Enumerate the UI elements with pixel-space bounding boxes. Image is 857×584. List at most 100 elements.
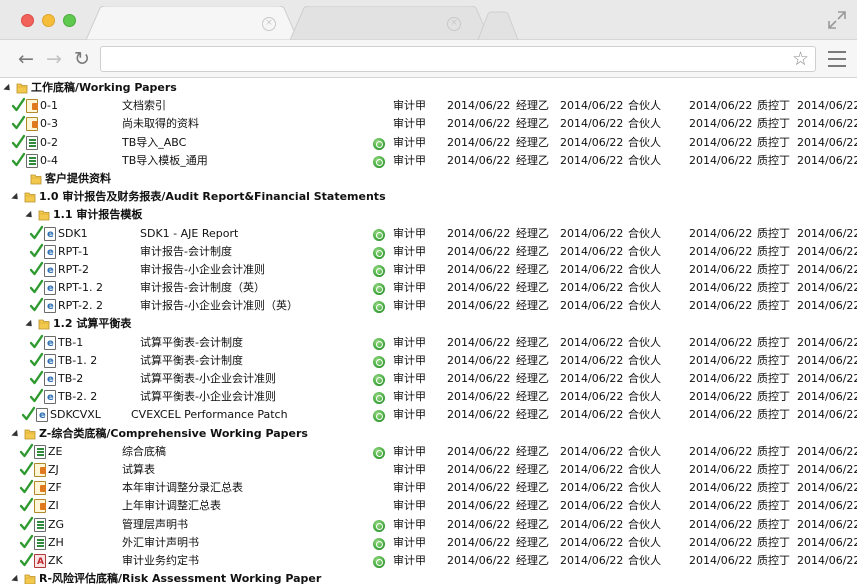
qc-date-cell: 2014/06/22 bbox=[797, 353, 857, 367]
reviewer-cell: 经理乙 bbox=[516, 262, 549, 276]
partner-cell: 合伙人 bbox=[628, 335, 661, 349]
document-code: 0-1 bbox=[40, 99, 58, 113]
tree-document-row[interactable]: SDK1 SDK1 - AJE Report 审计甲 2014/06/22 经理乙 201… bbox=[0, 225, 857, 244]
qc-date-cell: 2014/06/22 bbox=[797, 372, 857, 385]
zoom-window-button[interactable] bbox=[63, 14, 76, 27]
expand-collapse-icon[interactable] bbox=[12, 188, 20, 206]
tree-document-row[interactable]: SDKCVXL CVEXCEL Performance Patch 审计甲 2014/… bbox=[0, 406, 857, 426]
working-papers-tree-grid: 工作底稿/Working Papers 0-1 文档索引 审计甲 2014/06/22 经… bbox=[0, 79, 857, 584]
tab-close-icon[interactable]: × bbox=[447, 17, 461, 31]
document-code: RPT-1. 2 bbox=[58, 281, 103, 295]
document-name: 尚未取得的资料 bbox=[122, 117, 199, 131]
expand-collapse-icon[interactable] bbox=[26, 206, 34, 224]
tree-folder-row[interactable]: 工作底稿/Working Papers bbox=[0, 79, 857, 97]
preparer-cell: 审计甲 bbox=[393, 462, 426, 476]
browser-tab-inactive[interactable]: × bbox=[290, 6, 490, 40]
checkmark-icon bbox=[30, 225, 43, 239]
qc-cell: 质控丁 bbox=[757, 226, 790, 240]
tree-document-row[interactable]: TB-1. 2 试算平衡表-会计制度 审计甲 2014/06/22 经理乙 2014/06… bbox=[0, 352, 857, 371]
tree-folder-row[interactable]: 1.0 审计报告及财务报表/Audit Report&Financial Sta… bbox=[0, 188, 857, 206]
tree-document-row[interactable]: ZJ 试算表 审计甲 2014/06/22 经理乙 2014/06/22 合伙人 2014/0… bbox=[0, 461, 857, 479]
bookmark-star-icon[interactable]: ☆ bbox=[792, 48, 809, 70]
tree-document-row[interactable]: RPT-1. 2 审计报告-会计制度（英） 审计甲 2014/06/22 经理乙 2014… bbox=[0, 279, 857, 298]
back-arrow-icon[interactable]: ← bbox=[16, 48, 36, 70]
reviewer-cell: 经理乙 bbox=[516, 153, 549, 167]
tree-document-row[interactable]: TB-2. 2 试算平衡表-小企业会计准则 审计甲 2014/06/22 经理乙 2014… bbox=[0, 388, 857, 407]
qc-cell: 质控丁 bbox=[757, 390, 790, 404]
tree-document-row[interactable]: 0-3 尚未取得的资料 审计甲 2014/06/22 经理乙 2014/06/22 合伙人 2… bbox=[0, 115, 857, 133]
expand-collapse-icon[interactable] bbox=[4, 79, 12, 97]
fullscreen-expand-icon[interactable] bbox=[827, 10, 847, 30]
tree-folder-row[interactable]: 客户提供资料 bbox=[0, 170, 857, 188]
tree-document-row[interactable]: 0-1 文档索引 审计甲 2014/06/22 经理乙 2014/06/22 合伙人 2014… bbox=[0, 97, 857, 115]
document-name: TB导入_ABC bbox=[122, 135, 187, 149]
tree-document-row[interactable]: ZK 审计业务约定书 审计甲 2014/06/22 经理乙 2014/06/22 合伙人 20… bbox=[0, 552, 857, 571]
close-window-button[interactable] bbox=[21, 14, 34, 27]
tree-folder-row[interactable]: Z-综合类底稿/Comprehensive Working Papers bbox=[0, 425, 857, 443]
spreadsheet-icon bbox=[34, 444, 46, 459]
partner-date-cell: 2014/06/22 bbox=[689, 499, 753, 513]
new-tab-button[interactable] bbox=[478, 6, 518, 40]
preparer-cell: 审计甲 bbox=[393, 135, 426, 149]
minimize-window-button[interactable] bbox=[42, 14, 55, 27]
reviewed-date-cell: 2014/06/22 bbox=[560, 353, 624, 367]
qc-date-cell: 2014/06/22 bbox=[797, 390, 857, 404]
reviewer-cell: 经理乙 bbox=[516, 462, 549, 476]
expand-collapse-icon[interactable] bbox=[12, 570, 20, 584]
prepared-date-cell: 2014/06/22 bbox=[447, 153, 511, 167]
checkmark-icon bbox=[12, 116, 25, 130]
reviewed-date-cell: 2014/06/22 bbox=[560, 372, 624, 385]
partner-date-cell: 2014/06/22 bbox=[689, 281, 753, 295]
url-input[interactable] bbox=[101, 47, 781, 71]
document-code: SDKCVXL bbox=[50, 408, 101, 422]
qc-cell: 质控丁 bbox=[757, 462, 790, 476]
tree-document-row[interactable]: TB-2 试算平衡表-小企业会计准则 审计甲 2014/06/22 经理乙 2014/06… bbox=[0, 370, 857, 389]
document-name: 管理层声明书 bbox=[122, 517, 188, 531]
tree-document-row[interactable]: ZG 管理层声明书 审计甲 2014/06/22 经理乙 2014/06/22 合伙人 201… bbox=[0, 516, 857, 534]
partner-cell: 合伙人 bbox=[628, 281, 661, 295]
tree-document-row[interactable]: ZI 上年审计调整汇总表 审计甲 2014/06/22 经理乙 2014/06/22 合伙人… bbox=[0, 497, 857, 515]
tree-folder-row[interactable]: R-风险评估底稿/Risk Assessment Working Paper bbox=[0, 570, 857, 584]
partner-date-cell: 2014/06/22 bbox=[689, 299, 753, 313]
tree-document-row[interactable]: RPT-2 审计报告-小企业会计准则 审计甲 2014/06/22 经理乙 2014/06… bbox=[0, 261, 857, 280]
qc-date-cell: 2014/06/22 bbox=[797, 135, 857, 149]
partner-date-cell: 2014/06/22 bbox=[689, 372, 753, 385]
document-code: TB-2 bbox=[58, 372, 84, 385]
tree-document-row[interactable]: TB-1 试算平衡表-会计制度 审计甲 2014/06/22 经理乙 2014/06/22… bbox=[0, 334, 857, 353]
document-name: 试算平衡表-小企业会计准则 bbox=[140, 390, 276, 404]
reviewed-date-cell: 2014/06/22 bbox=[560, 481, 624, 495]
tree-document-row[interactable]: ZF 本年审计调整分录汇总表 审计甲 2014/06/22 经理乙 2014/06/22 合… bbox=[0, 479, 857, 497]
checkmark-icon bbox=[30, 352, 43, 367]
preparer-cell: 审计甲 bbox=[393, 444, 426, 458]
reviewer-cell: 经理乙 bbox=[516, 372, 549, 385]
tree-document-row[interactable]: ZE 综合底稿 审计甲 2014/06/22 经理乙 2014/06/22 合伙人 2014/… bbox=[0, 443, 857, 461]
forward-arrow-icon[interactable]: → bbox=[44, 48, 64, 70]
folder-icon bbox=[24, 574, 36, 584]
expand-collapse-icon[interactable] bbox=[12, 425, 20, 443]
tree-document-row[interactable]: RPT-1 审计报告-会计制度 审计甲 2014/06/22 经理乙 2014/06/22… bbox=[0, 243, 857, 262]
prepared-date-cell: 2014/06/22 bbox=[447, 281, 511, 295]
reviewed-date-cell: 2014/06/22 bbox=[560, 244, 624, 258]
tree-folder-row[interactable]: 1.1 审计报告模板 bbox=[0, 206, 857, 224]
address-bar[interactable]: ☆ bbox=[100, 46, 816, 72]
tree-document-row[interactable]: 0-2 TB导入_ABC 审计甲 2014/06/22 经理乙 2014/06/22 合伙人… bbox=[0, 134, 857, 152]
reload-icon[interactable]: ↻ bbox=[72, 48, 92, 70]
tree-folder-row[interactable]: 1.2 试算平衡表 bbox=[0, 315, 857, 333]
tree-document-row[interactable]: RPT-2. 2 审计报告-小企业会计准则（英） 审计甲 2014/06/22 经理乙 2… bbox=[0, 297, 857, 316]
word-document-icon bbox=[44, 280, 56, 298]
folder-icon bbox=[24, 429, 36, 439]
tab-close-icon[interactable]: × bbox=[262, 17, 276, 31]
document-name: 外汇审计声明书 bbox=[122, 535, 199, 549]
hamburger-menu-icon[interactable] bbox=[828, 51, 846, 67]
status-ok-icon bbox=[373, 301, 385, 314]
tree-document-row[interactable]: ZH 外汇审计声明书 审计甲 2014/06/22 经理乙 2014/06/22 合伙人 20… bbox=[0, 534, 857, 552]
checkmark-icon bbox=[20, 534, 33, 548]
checkmark-icon bbox=[12, 152, 25, 166]
preparer-cell: 审计甲 bbox=[393, 390, 426, 404]
expand-collapse-icon[interactable] bbox=[26, 315, 34, 333]
browser-tab-active[interactable]: × bbox=[86, 6, 298, 40]
reviewed-date-cell: 2014/06/22 bbox=[560, 408, 624, 422]
reviewer-cell: 经理乙 bbox=[516, 135, 549, 149]
tree-document-row[interactable]: 0-4 TB导入模板_通用 审计甲 2014/06/22 经理乙 2014/06/22 合伙… bbox=[0, 152, 857, 170]
document-name: TB导入模板_通用 bbox=[122, 153, 208, 167]
